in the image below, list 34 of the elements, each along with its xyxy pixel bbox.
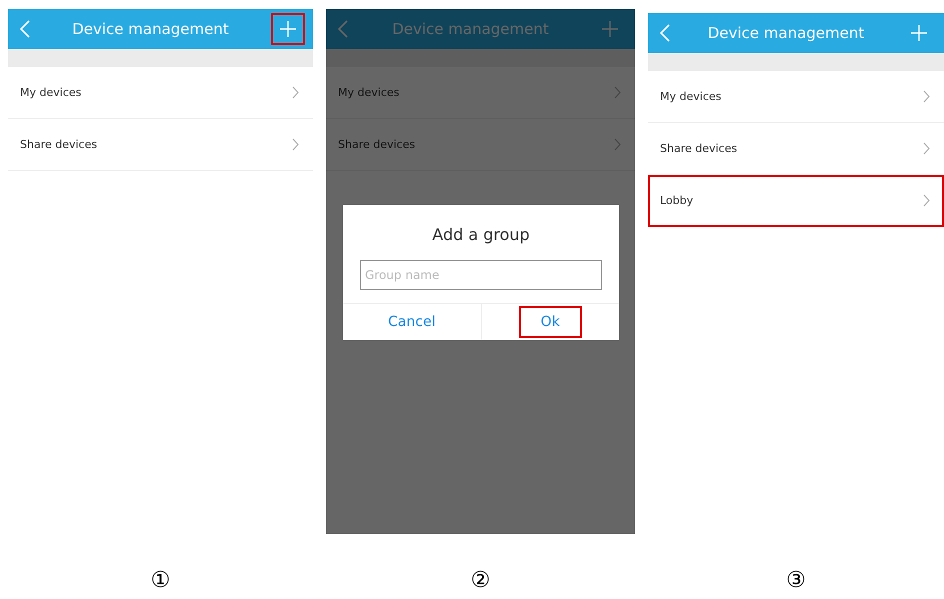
back-button[interactable]	[338, 20, 348, 38]
screen-title: Device management	[392, 20, 549, 38]
screen-title: Device management	[72, 20, 229, 38]
chevron-right-icon	[292, 86, 299, 99]
item-label: My devices	[338, 86, 400, 99]
list-item[interactable]: Lobby	[648, 175, 944, 227]
list-item[interactable]: My devices	[8, 67, 313, 119]
plus-icon	[601, 20, 619, 38]
plus-icon	[910, 24, 928, 42]
plus-icon	[279, 20, 297, 38]
chevron-right-icon	[614, 138, 621, 151]
chevron-right-icon	[923, 90, 930, 103]
screen-title: Device management	[708, 24, 864, 42]
group-name-field[interactable]: Group name	[360, 260, 602, 290]
step-number: ①	[150, 568, 170, 593]
add-button[interactable]	[271, 13, 305, 45]
list-item[interactable]: My devices	[648, 71, 944, 123]
item-label: Share devices	[660, 142, 738, 155]
item-label: Share devices	[338, 138, 416, 151]
back-button[interactable]	[660, 24, 670, 42]
dialog-title: Add a group	[432, 225, 530, 244]
chevron-right-icon	[923, 142, 930, 155]
chevron-right-icon	[292, 138, 299, 151]
chevron-right-icon	[923, 194, 930, 207]
list-item[interactable]: Share devices	[648, 123, 944, 175]
item-label: My devices	[20, 86, 82, 99]
list-item[interactable]: Share devices	[8, 119, 313, 171]
back-button[interactable]	[20, 20, 30, 38]
chevron-right-icon	[614, 86, 621, 99]
step-number: ②	[470, 568, 490, 593]
step-number: ③	[786, 568, 806, 593]
item-label: Share devices	[20, 138, 98, 151]
item-label: Lobby	[660, 194, 694, 207]
item-label: My devices	[660, 90, 722, 103]
